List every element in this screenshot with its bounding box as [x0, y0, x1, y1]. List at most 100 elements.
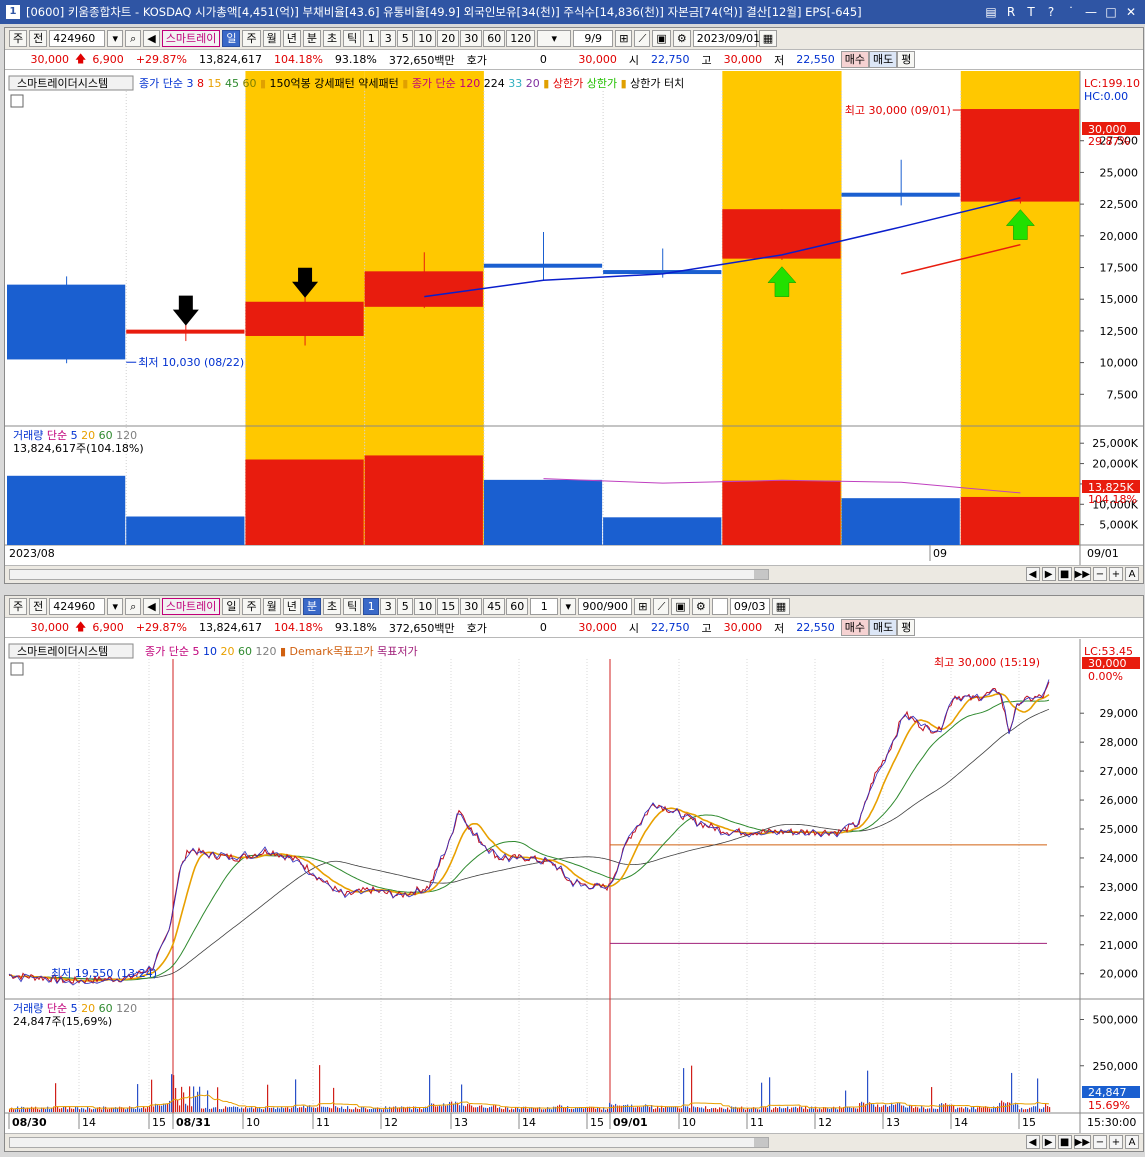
- sell-button[interactable]: 매도: [868, 619, 898, 636]
- window-control-2[interactable]: T: [1023, 4, 1039, 20]
- type-select-button[interactable]: 주: [9, 598, 28, 615]
- stop-button[interactable]: ■: [1057, 567, 1072, 581]
- intraday-button-1[interactable]: 초: [322, 30, 342, 47]
- calendar-icon[interactable]: ▦: [758, 30, 778, 47]
- date-checkbox[interactable]: [711, 598, 728, 615]
- calendar-icon[interactable]: ▦: [771, 598, 791, 615]
- candle-body[interactable]: [483, 263, 603, 268]
- candle-body[interactable]: [722, 209, 841, 259]
- interval-button-3[interactable]: 3: [380, 30, 397, 47]
- sell-button[interactable]: 매도: [868, 51, 898, 68]
- interval-button-5[interactable]: 5: [397, 598, 414, 615]
- interval-button-30[interactable]: 30: [460, 30, 483, 47]
- zoom-out-button[interactable]: −: [1093, 567, 1107, 581]
- volume-bar[interactable]: [364, 455, 483, 545]
- speaker-icon[interactable]: ◀: [143, 30, 160, 47]
- interval-button-15[interactable]: 15: [437, 598, 460, 615]
- speaker-icon[interactable]: ◀: [143, 598, 160, 615]
- interval-button-45[interactable]: 45: [483, 598, 506, 615]
- period-button-3[interactable]: 년: [282, 598, 301, 615]
- grid-toggle-icon[interactable]: [10, 662, 24, 676]
- volume-bar[interactable]: [483, 479, 603, 545]
- date-input[interactable]: 09/03: [729, 598, 770, 615]
- date-input[interactable]: 2023/09/01: [692, 30, 760, 47]
- search-icon[interactable]: ⌕: [125, 30, 142, 47]
- interval-button-10[interactable]: 10: [414, 598, 437, 615]
- fast-forward-button[interactable]: ▶▶: [1073, 1135, 1091, 1149]
- horizontal-scrollbar[interactable]: [9, 569, 769, 580]
- period-button-2[interactable]: 월: [262, 30, 281, 47]
- candle-body[interactable]: [841, 192, 960, 197]
- window-control-5[interactable]: —: [1083, 4, 1099, 20]
- scroll-right-button[interactable]: ▶: [1041, 567, 1056, 581]
- interval-button-3[interactable]: 3: [380, 598, 397, 615]
- interval-button-1[interactable]: 1: [363, 598, 380, 615]
- interval-button-30[interactable]: 30: [460, 598, 483, 615]
- intraday-button-2[interactable]: 틱: [343, 30, 362, 47]
- period-button-1[interactable]: 주: [242, 598, 261, 615]
- volume-bar[interactable]: [7, 475, 126, 545]
- period-button-0[interactable]: 일: [222, 30, 241, 47]
- intraday-button-1[interactable]: 초: [322, 598, 342, 615]
- window-control-0[interactable]: ▤: [983, 4, 999, 20]
- dropdown-icon[interactable]: ▾: [107, 598, 124, 615]
- window-control-6[interactable]: □: [1103, 4, 1119, 20]
- strategy-button[interactable]: 스마트레이: [161, 30, 221, 47]
- count-input[interactable]: 900/900: [578, 598, 633, 615]
- tick-input[interactable]: 1: [530, 598, 559, 615]
- period-button-1[interactable]: 주: [242, 30, 261, 47]
- interval-button-60[interactable]: 60: [506, 598, 529, 615]
- prev-button[interactable]: 전: [29, 598, 48, 615]
- stop-button[interactable]: ■: [1057, 1135, 1072, 1149]
- dropdown-icon[interactable]: ▾: [107, 30, 124, 47]
- auto-button[interactable]: A: [1125, 1135, 1139, 1149]
- strategy-button[interactable]: 스마트레이: [161, 598, 221, 615]
- intraday-button-2[interactable]: 틱: [343, 598, 362, 615]
- prev-button[interactable]: 전: [29, 30, 48, 47]
- balance-button[interactable]: 평: [897, 619, 916, 636]
- volume-bar[interactable]: [722, 480, 841, 545]
- interval-button-60[interactable]: 60: [483, 30, 506, 47]
- horizontal-scrollbar[interactable]: [9, 1137, 769, 1148]
- grid-toggle-icon[interactable]: [10, 94, 24, 108]
- volume-bar[interactable]: [841, 498, 960, 545]
- candle-body[interactable]: [245, 301, 364, 336]
- stock-code-input[interactable]: 424960: [49, 598, 106, 615]
- auto-button[interactable]: A: [1125, 567, 1139, 581]
- intraday-button-0[interactable]: 분: [302, 598, 321, 615]
- indicator-icon[interactable]: ⊞: [615, 30, 633, 47]
- window-control-1[interactable]: R: [1003, 4, 1019, 20]
- scroll-right-button[interactable]: ▶: [1041, 1135, 1056, 1149]
- buy-button[interactable]: 매수: [840, 51, 869, 68]
- candle-body[interactable]: [364, 271, 483, 307]
- gear-icon[interactable]: ⚙: [691, 598, 710, 615]
- type-select-button[interactable]: 주: [9, 30, 28, 47]
- interval-button-120[interactable]: 120: [506, 30, 536, 47]
- save-icon[interactable]: ▣: [671, 598, 690, 615]
- buy-button[interactable]: 매수: [840, 619, 869, 636]
- zoom-out-button[interactable]: −: [1093, 1135, 1107, 1149]
- volume-bar[interactable]: [245, 459, 364, 546]
- interval-dropdown[interactable]: ▾: [537, 30, 572, 47]
- stock-code-input[interactable]: 424960: [49, 30, 106, 47]
- fast-forward-button[interactable]: ▶▶: [1073, 567, 1091, 581]
- intraday-button-0[interactable]: 분: [302, 30, 321, 47]
- scroll-left-button[interactable]: ◀: [1025, 1135, 1040, 1149]
- volume-bar[interactable]: [960, 496, 1079, 545]
- volume-bar[interactable]: [603, 517, 722, 545]
- balance-button[interactable]: 평: [897, 51, 916, 68]
- trendline-icon[interactable]: ⟋: [634, 30, 651, 47]
- interval-button-10[interactable]: 10: [414, 30, 437, 47]
- window-control-4[interactable]: ˙: [1063, 4, 1079, 20]
- period-button-3[interactable]: 년: [282, 30, 301, 47]
- scroll-left-button[interactable]: ◀: [1025, 567, 1040, 581]
- trendline-icon[interactable]: ⟋: [653, 598, 670, 615]
- window-control-7[interactable]: ✕: [1123, 4, 1139, 20]
- period-button-0[interactable]: 일: [222, 598, 241, 615]
- gear-icon[interactable]: ⚙: [672, 30, 691, 47]
- interval-button-20[interactable]: 20: [437, 30, 460, 47]
- save-icon[interactable]: ▣: [652, 30, 671, 47]
- candle-body[interactable]: [126, 329, 245, 334]
- interval-button-5[interactable]: 5: [397, 30, 414, 47]
- candle-body[interactable]: [960, 109, 1079, 202]
